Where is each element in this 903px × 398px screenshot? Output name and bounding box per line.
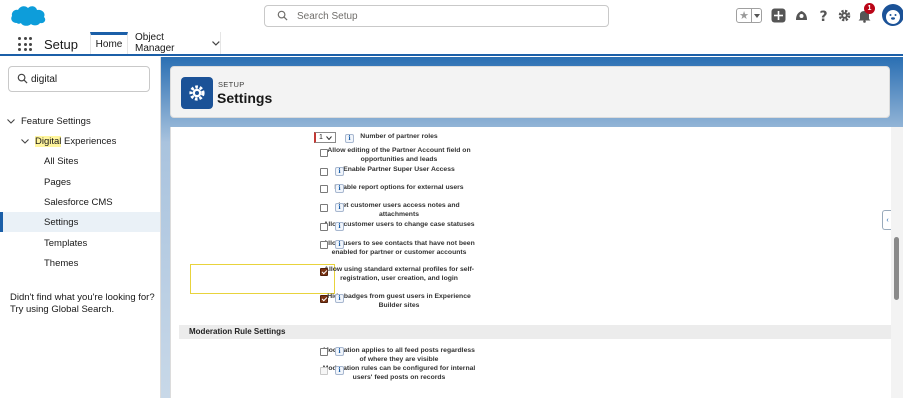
setting-checkbox[interactable] (320, 241, 328, 249)
info-icon[interactable]: i (335, 203, 344, 212)
favorites-group[interactable]: ★ (736, 8, 762, 23)
scrollbar[interactable] (891, 127, 903, 398)
salesforce-cloud-logo[interactable] (9, 3, 49, 29)
tab-object-manager-label: Object Manager (135, 32, 175, 54)
settings-gear-icon (181, 77, 213, 109)
info-icon[interactable]: i (335, 222, 344, 231)
star-icon[interactable]: ★ (737, 9, 751, 22)
setting-checkbox[interactable] (320, 185, 328, 193)
settings-row: Allow users to see contacts that have no… (171, 239, 892, 265)
settings-row: Allow customer users to change case stat… (171, 220, 892, 238)
chevron-down-icon[interactable] (212, 40, 220, 46)
app-navigation-bar: Setup Home Object Manager (0, 32, 903, 56)
page-title: Settings (217, 90, 273, 106)
chevron-down-icon[interactable] (20, 136, 30, 146)
global-search-input[interactable] (297, 9, 597, 23)
partner-roles-value: 1 (319, 134, 323, 141)
tree-feature-settings[interactable]: Feature Settings (6, 111, 91, 131)
scrollbar-thumb[interactable] (894, 237, 899, 300)
tab-home[interactable]: Home (90, 32, 128, 54)
chevron-down-icon[interactable] (6, 116, 16, 126)
settings-row: Moderation rules can be configured for i… (171, 365, 892, 391)
settings-content: Number of partner roles 1 i Allow editin… (170, 127, 892, 398)
search-icon (17, 73, 28, 84)
tree-item-themes[interactable]: Themes (44, 253, 78, 273)
setting-checkbox[interactable] (320, 348, 328, 356)
info-icon[interactable]: i (335, 184, 344, 193)
partner-roles-select[interactable]: 1 (314, 132, 336, 143)
tree-digital-experiences[interactable]: Digital Experiences (20, 131, 116, 151)
sidebar-help-text: Didn't find what you're looking for? Try… (10, 292, 155, 315)
settings-row: Enable Partner Super User Access i (171, 166, 892, 182)
avatar[interactable] (882, 4, 903, 26)
chevron-down-icon (326, 135, 332, 140)
search-match-highlight: Digital (35, 135, 62, 147)
tree-item-salesforce-cms[interactable]: Salesforce CMS (44, 192, 113, 212)
setting-checkbox[interactable] (320, 295, 328, 303)
search-icon (277, 10, 288, 21)
tree-selected-indicator (0, 212, 160, 232)
setting-checkbox[interactable] (320, 204, 328, 212)
info-icon[interactable]: i (345, 134, 354, 143)
quick-find[interactable] (8, 66, 150, 92)
quick-find-input[interactable] (31, 73, 141, 86)
setting-checkbox[interactable] (320, 223, 328, 231)
settings-row: Hide badges from guest users in Experien… (171, 293, 892, 311)
settings-row: Allow using standard external profiles f… (171, 266, 892, 292)
settings-row: Allow editing of the Partner Account fie… (171, 146, 892, 166)
setting-label: Allow editing of the Partner Account fie… (327, 147, 471, 163)
info-icon[interactable]: i (335, 240, 344, 249)
setting-checkbox[interactable] (320, 149, 328, 157)
tree-digital-experiences-label: Experiences (61, 135, 117, 147)
tree-item-all-sites[interactable]: All Sites (44, 151, 78, 171)
info-icon[interactable]: i (335, 366, 344, 375)
info-icon[interactable]: i (335, 347, 344, 356)
trailhead-icon[interactable] (794, 8, 809, 23)
app-launcher-icon[interactable] (18, 37, 32, 51)
notification-badge: 1 (864, 3, 875, 14)
help-icon[interactable]: ? (816, 8, 831, 23)
info-icon[interactable]: i (335, 294, 344, 303)
setting-checkbox[interactable] (320, 268, 328, 276)
setting-label: Allow using standard external profiles f… (324, 266, 474, 282)
tree-feature-settings-label: Feature Settings (21, 115, 91, 127)
setting-label: Number of partner roles (360, 133, 438, 140)
gear-icon[interactable] (837, 8, 852, 23)
global-search[interactable] (264, 5, 609, 27)
add-icon[interactable] (771, 8, 786, 23)
svg-text:?: ? (819, 9, 827, 23)
app-name: Setup (44, 37, 78, 52)
setup-sidebar: Feature Settings Digital Experiences All… (0, 57, 161, 398)
tree-item-pages[interactable]: Pages (44, 172, 71, 192)
settings-row-partner-roles: Number of partner roles 1 i (171, 128, 892, 146)
info-icon[interactable]: i (335, 167, 344, 176)
setting-checkbox[interactable] (320, 168, 328, 176)
tree-item-settings[interactable]: Settings (44, 212, 78, 232)
chevron-down-icon[interactable] (751, 9, 761, 22)
tree-item-templates[interactable]: Templates (44, 233, 87, 253)
setting-checkbox (320, 367, 328, 375)
tab-object-manager[interactable]: Object Manager (129, 32, 221, 54)
page-header: SETUP Settings (170, 66, 890, 118)
settings-row: Let customer users access notes and atta… (171, 201, 892, 219)
settings-row: Moderation applies to all feed posts reg… (171, 346, 892, 364)
global-header: ★ ? 1 (0, 0, 903, 32)
page-eyebrow: SETUP (218, 80, 245, 89)
section-header-moderation: Moderation Rule Settings (179, 325, 891, 339)
settings-row: Enable report options for external users… (171, 182, 892, 200)
